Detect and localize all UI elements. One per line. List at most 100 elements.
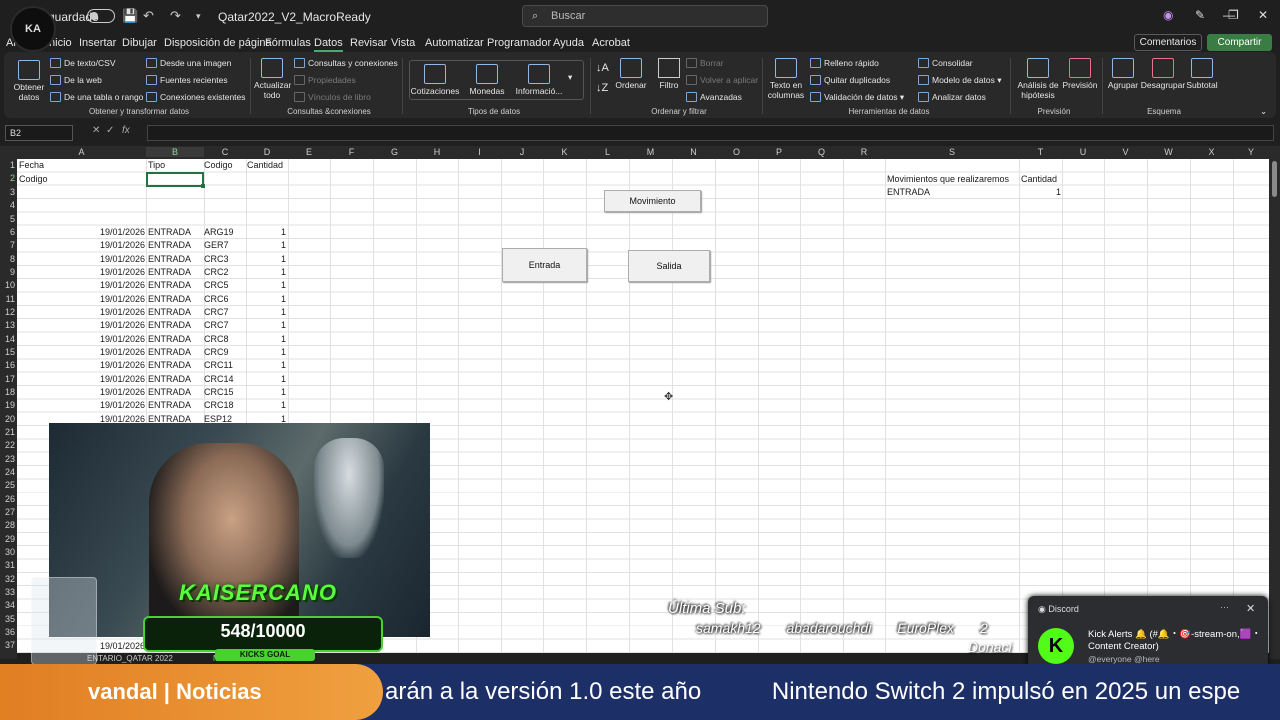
- table-row-codigo[interactable]: CRC9: [204, 346, 229, 359]
- copilot-icon[interactable]: ◉: [1163, 8, 1173, 22]
- table-row-tipo[interactable]: ENTRADA: [148, 253, 191, 266]
- table-row-tipo[interactable]: ENTRADA: [148, 279, 191, 292]
- cell-s2[interactable]: Movimientos que realizaremos: [887, 173, 1009, 186]
- clear-filter-button[interactable]: Borrar: [686, 58, 724, 68]
- row-header[interactable]: 4: [0, 200, 15, 210]
- table-row-tipo[interactable]: ENTRADA: [148, 226, 191, 239]
- row-header[interactable]: 21: [0, 427, 15, 437]
- column-header[interactable]: P: [758, 147, 800, 157]
- cell-a2[interactable]: Codigo: [19, 173, 48, 186]
- tab-dibujar[interactable]: Dibujar: [122, 37, 157, 49]
- cell-d1[interactable]: Cantidad: [247, 159, 283, 172]
- tab-acrobat[interactable]: Acrobat: [592, 37, 630, 49]
- table-row-cantidad[interactable]: 1: [246, 279, 286, 292]
- row-header[interactable]: 22: [0, 440, 15, 450]
- workbook-links-button[interactable]: Vínculos de libro: [294, 92, 371, 102]
- flash-fill-button[interactable]: Relleno rápido: [810, 58, 879, 68]
- table-row-codigo[interactable]: ARG19: [204, 226, 234, 239]
- cell-c1[interactable]: Codigo: [204, 159, 233, 172]
- save-icon[interactable]: 💾: [122, 8, 138, 24]
- table-row-fecha[interactable]: 19/01/2026: [17, 333, 145, 346]
- table-row-cantidad[interactable]: 1: [246, 359, 286, 372]
- row-header[interactable]: 16: [0, 360, 15, 370]
- row-header[interactable]: 7: [0, 240, 15, 250]
- row-header[interactable]: 2: [0, 173, 15, 183]
- table-row-fecha[interactable]: 19/01/2026: [17, 399, 145, 412]
- tab-insertar[interactable]: Insertar: [79, 37, 116, 49]
- table-row-cantidad[interactable]: 1: [246, 293, 286, 306]
- scrollbar-thumb[interactable]: [1272, 161, 1277, 197]
- row-header[interactable]: 17: [0, 374, 15, 384]
- what-if-button[interactable]: Análisis de hipótesis: [1012, 58, 1064, 100]
- row-header[interactable]: 37: [0, 640, 15, 650]
- row-header[interactable]: 23: [0, 454, 15, 464]
- row-header[interactable]: 33: [0, 587, 15, 597]
- analyze-data-button[interactable]: Analizar datos: [918, 92, 986, 102]
- table-row-tipo[interactable]: ENTRADA: [148, 319, 191, 332]
- table-row-cantidad[interactable]: 1: [246, 399, 286, 412]
- row-header[interactable]: 1: [0, 160, 15, 170]
- table-row-fecha[interactable]: 19/01/2026: [17, 319, 145, 332]
- row-header[interactable]: 28: [0, 520, 15, 530]
- table-row-fecha[interactable]: 19/01/2026: [17, 373, 145, 386]
- column-header[interactable]: W: [1147, 147, 1190, 157]
- restore-icon[interactable]: ❐: [1228, 8, 1239, 22]
- table-row-codigo[interactable]: CRC14: [204, 373, 234, 386]
- sort-button[interactable]: Ordenar: [614, 58, 648, 90]
- column-header[interactable]: L: [586, 147, 629, 157]
- table-row-fecha[interactable]: 19/01/2026: [17, 386, 145, 399]
- row-header[interactable]: 11: [0, 294, 15, 304]
- row-header[interactable]: 9: [0, 267, 15, 277]
- table-row-cantidad[interactable]: 1: [246, 226, 286, 239]
- selected-cell-b2[interactable]: [146, 172, 205, 188]
- row-header[interactable]: 3: [0, 187, 15, 197]
- data-validation-button[interactable]: Validación de datos ▾: [810, 92, 904, 103]
- column-header[interactable]: Q: [800, 147, 843, 157]
- properties-button[interactable]: Propiedades: [294, 75, 356, 85]
- table-row-codigo[interactable]: CRC8: [204, 333, 229, 346]
- queries-connections-button[interactable]: Consultas y conexiones: [294, 58, 398, 68]
- row-header[interactable]: 12: [0, 307, 15, 317]
- table-row-fecha[interactable]: 19/01/2026: [17, 346, 145, 359]
- name-box[interactable]: B2: [5, 125, 73, 141]
- consolidate-button[interactable]: Consolidar: [918, 58, 973, 68]
- table-row-tipo[interactable]: ENTRADA: [148, 239, 191, 252]
- column-header[interactable]: M: [629, 147, 672, 157]
- table-row-cantidad[interactable]: 1: [246, 253, 286, 266]
- column-header[interactable]: A: [17, 147, 146, 157]
- table-row-tipo[interactable]: ENTRADA: [148, 293, 191, 306]
- table-row-tipo[interactable]: ENTRADA: [148, 373, 191, 386]
- row-header[interactable]: 15: [0, 347, 15, 357]
- sort-az-icon[interactable]: ↓A: [596, 62, 609, 74]
- table-row-codigo[interactable]: CRC7: [204, 306, 229, 319]
- table-row-cantidad[interactable]: 1: [246, 239, 286, 252]
- column-header[interactable]: R: [843, 147, 885, 157]
- column-header[interactable]: S: [885, 147, 1019, 157]
- column-header[interactable]: C: [204, 147, 246, 157]
- text-to-columns-button[interactable]: Texto en columnas: [766, 58, 806, 100]
- recent-sources-button[interactable]: Fuentes recientes: [146, 75, 228, 85]
- table-row-fecha[interactable]: 19/01/2026: [17, 253, 145, 266]
- column-header[interactable]: D: [246, 147, 288, 157]
- table-row-cantidad[interactable]: 1: [246, 266, 286, 279]
- salida-button[interactable]: Salida: [628, 250, 710, 282]
- sort-za-icon[interactable]: ↓Z: [596, 82, 608, 94]
- table-row-fecha[interactable]: 19/01/2026: [17, 293, 145, 306]
- table-row-codigo[interactable]: CRC5: [204, 279, 229, 292]
- from-web-button[interactable]: De la web: [50, 75, 102, 85]
- get-data-button[interactable]: Obtener datos: [12, 60, 46, 102]
- pen-icon[interactable]: ✎: [1195, 8, 1205, 22]
- table-row-fecha[interactable]: 19/01/2026: [17, 239, 145, 252]
- row-header[interactable]: 30: [0, 547, 15, 557]
- collapse-ribbon-icon[interactable]: ⌄: [1260, 106, 1267, 117]
- table-row-tipo[interactable]: ENTRADA: [148, 359, 191, 372]
- row-header[interactable]: 36: [0, 627, 15, 637]
- ungroup-button[interactable]: Desagrupar: [1140, 58, 1186, 90]
- row-header[interactable]: 10: [0, 280, 15, 290]
- advanced-filter-button[interactable]: Avanzadas: [686, 92, 742, 102]
- table-row-tipo[interactable]: ENTRADA: [148, 399, 191, 412]
- group-button[interactable]: Agrupar: [1104, 58, 1142, 90]
- table-row-cantidad[interactable]: 1: [246, 319, 286, 332]
- row-header[interactable]: 5: [0, 214, 15, 224]
- column-header[interactable]: K: [543, 147, 586, 157]
